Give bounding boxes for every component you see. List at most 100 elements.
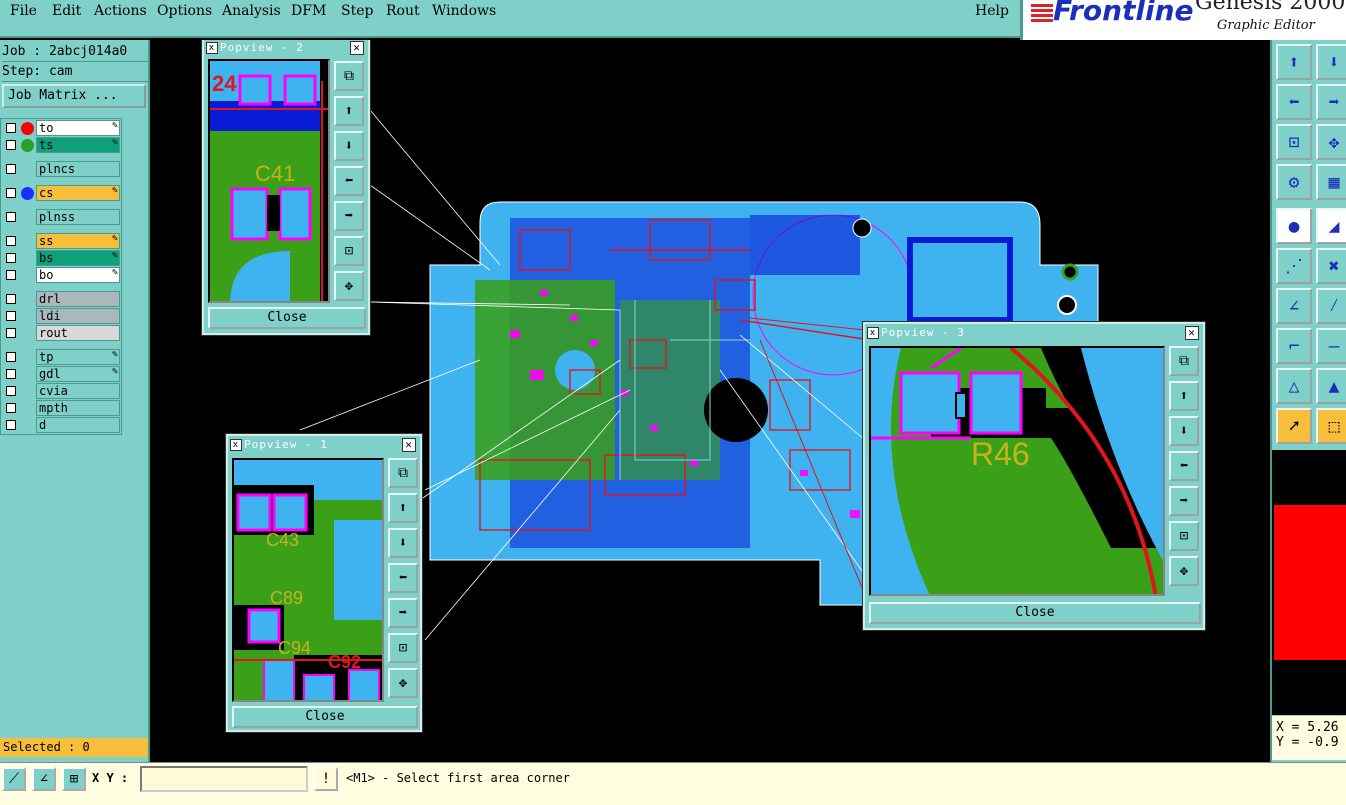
menu-help[interactable]: Help	[975, 3, 1009, 19]
popview-3-titlebar[interactable]: x Popview - 3 ✕	[867, 326, 1201, 342]
alert-button[interactable]: !	[314, 767, 338, 791]
pan-right-button[interactable]: ➡	[334, 201, 364, 231]
layer-name[interactable]: ts	[36, 137, 120, 153]
zoom-window-button[interactable]: ⧉	[1169, 346, 1199, 376]
layer-name[interactable]: d	[36, 417, 120, 433]
layer-name[interactable]: drl	[36, 291, 120, 307]
layer-name[interactable]: rout	[36, 325, 120, 341]
popview-3-close-icon[interactable]: ✕	[1185, 326, 1199, 340]
triangle-alt-tool-icon[interactable]: ▲	[1316, 368, 1346, 404]
settings-tool-icon[interactable]: ⚙	[1276, 164, 1312, 200]
layer-name[interactable]: ss	[36, 233, 120, 249]
layer-checkbox[interactable]	[6, 311, 16, 321]
menu-analysis[interactable]: Analysis	[222, 3, 281, 19]
window-menu-icon[interactable]: x	[206, 42, 218, 54]
grid-mode-icon[interactable]: ⊞	[62, 767, 86, 791]
pan-left-button[interactable]: ⬅	[1169, 451, 1199, 481]
measure-tool-icon[interactable]: —	[1316, 328, 1346, 364]
layer-row-cvia[interactable]: cvia	[1, 383, 121, 399]
menu-step[interactable]: Step	[341, 3, 373, 19]
graphic-canvas[interactable]: x Popview - 2 ✕ 24 C41 ⧉ ⬆ ⬇ ⬅ ➡ ⊡ ✥ Clo…	[150, 40, 1270, 762]
layer-row-cs[interactable]: cs ✎	[1, 185, 121, 201]
angle-mode-icon[interactable]: ∠	[32, 767, 56, 791]
layer-row-ts[interactable]: ts ✎	[1, 137, 121, 153]
layer-checkbox[interactable]	[6, 140, 16, 150]
zoom-in-button[interactable]: ✥	[1169, 556, 1199, 586]
layer-row-d[interactable]: d	[1, 417, 121, 433]
pan-up-button[interactable]: ⬆	[388, 493, 418, 523]
layer-checkbox[interactable]	[6, 188, 16, 198]
layer-name[interactable]: to	[36, 120, 120, 136]
menu-dfm[interactable]: DFM	[291, 3, 326, 19]
layer-name[interactable]: bo	[36, 267, 120, 283]
menu-options[interactable]: Options	[157, 3, 212, 19]
triangle-tool-icon[interactable]: △	[1276, 368, 1312, 404]
snap-mode-icon[interactable]: ⟋	[2, 767, 26, 791]
zoom-window-button[interactable]: ⧉	[334, 61, 364, 91]
pan-left-tool-icon[interactable]: ⬅	[1276, 84, 1312, 120]
connect-tool-icon[interactable]: ⋰	[1276, 248, 1312, 284]
popview-2-titlebar[interactable]: x Popview - 2 ✕	[206, 41, 366, 57]
layer-row-ldi[interactable]: ldi	[1, 308, 121, 324]
zoom-out-button[interactable]: ⊡	[334, 236, 364, 266]
layer-row-tp[interactable]: tp ✎	[1, 349, 121, 365]
menu-file[interactable]: File	[10, 3, 37, 19]
zoom-in-button[interactable]: ✥	[334, 271, 364, 301]
add-pad-tool-icon[interactable]: ●	[1276, 208, 1312, 244]
minimap[interactable]	[1272, 450, 1346, 715]
layer-name[interactable]: bs	[36, 250, 120, 266]
pan-up-button[interactable]: ⬆	[334, 96, 364, 126]
popview-2-view[interactable]: 24 C41	[208, 59, 330, 303]
layer-row-drl[interactable]: drl	[1, 291, 121, 307]
zoom-out-button[interactable]: ⊡	[1169, 521, 1199, 551]
pan-down-button[interactable]: ⬇	[1169, 416, 1199, 446]
layer-checkbox[interactable]	[6, 270, 16, 280]
select-tool-icon[interactable]: ➚	[1276, 408, 1312, 444]
layer-checkbox[interactable]	[6, 352, 16, 362]
add-line-tool-icon[interactable]: ◢	[1316, 208, 1346, 244]
layer-checkbox[interactable]	[6, 236, 16, 246]
delete-tool-icon[interactable]: ✖	[1316, 248, 1346, 284]
popview-2-close-icon[interactable]: ✕	[350, 41, 364, 55]
menu-rout[interactable]: Rout	[386, 3, 420, 19]
layer-checkbox[interactable]	[6, 253, 16, 263]
zoom-in-button[interactable]: ✥	[388, 668, 418, 698]
layer-row-bo[interactable]: bo ✎	[1, 267, 121, 283]
pan-up-tool-icon[interactable]: ⬆	[1276, 44, 1312, 80]
zoom-out-button[interactable]: ⊡	[388, 633, 418, 663]
layer-row-bs[interactable]: bs ✎	[1, 250, 121, 266]
zoom-home-tool-icon[interactable]: ✥	[1316, 124, 1346, 160]
pan-down-button[interactable]: ⬇	[388, 528, 418, 558]
zoom-window-button[interactable]: ⧉	[388, 458, 418, 488]
layer-checkbox[interactable]	[6, 212, 16, 222]
layer-checkbox[interactable]	[6, 294, 16, 304]
popview-1-titlebar[interactable]: x Popview - 1 ✕	[230, 438, 418, 454]
layer-name[interactable]: plncs	[36, 161, 120, 177]
layer-row-to[interactable]: to ✎	[1, 120, 121, 136]
popview-1-close-icon[interactable]: ✕	[402, 438, 416, 452]
layer-row-plnss[interactable]: plnss	[1, 209, 121, 225]
layer-name[interactable]: gdl	[36, 366, 120, 382]
menu-windows[interactable]: Windows	[432, 3, 496, 19]
window-menu-icon[interactable]: x	[230, 439, 242, 451]
xy-input[interactable]	[140, 766, 308, 792]
angle-tool-icon[interactable]: ∠	[1276, 288, 1312, 324]
layer-row-plncs[interactable]: plncs	[1, 161, 121, 177]
pan-right-button[interactable]: ➡	[388, 598, 418, 628]
layer-row-ss[interactable]: ss ✎	[1, 233, 121, 249]
job-matrix-button[interactable]: Job Matrix ...	[2, 84, 146, 108]
layer-checkbox[interactable]	[6, 123, 16, 133]
pan-down-button[interactable]: ⬇	[334, 131, 364, 161]
layer-checkbox[interactable]	[6, 164, 16, 174]
pan-up-button[interactable]: ⬆	[1169, 381, 1199, 411]
layer-checkbox[interactable]	[6, 369, 16, 379]
pan-left-button[interactable]: ⬅	[334, 166, 364, 196]
layer-name[interactable]: tp	[36, 349, 120, 365]
layer-name[interactable]: plnss	[36, 209, 120, 225]
popview-1-close-button[interactable]: Close	[232, 706, 418, 728]
layer-row-rout[interactable]: rout	[1, 325, 121, 341]
select-area-tool-icon[interactable]: ⬚	[1316, 408, 1346, 444]
menu-actions[interactable]: Actions	[94, 3, 147, 19]
layer-checkbox[interactable]	[6, 386, 16, 396]
layer-checkbox[interactable]	[6, 420, 16, 430]
